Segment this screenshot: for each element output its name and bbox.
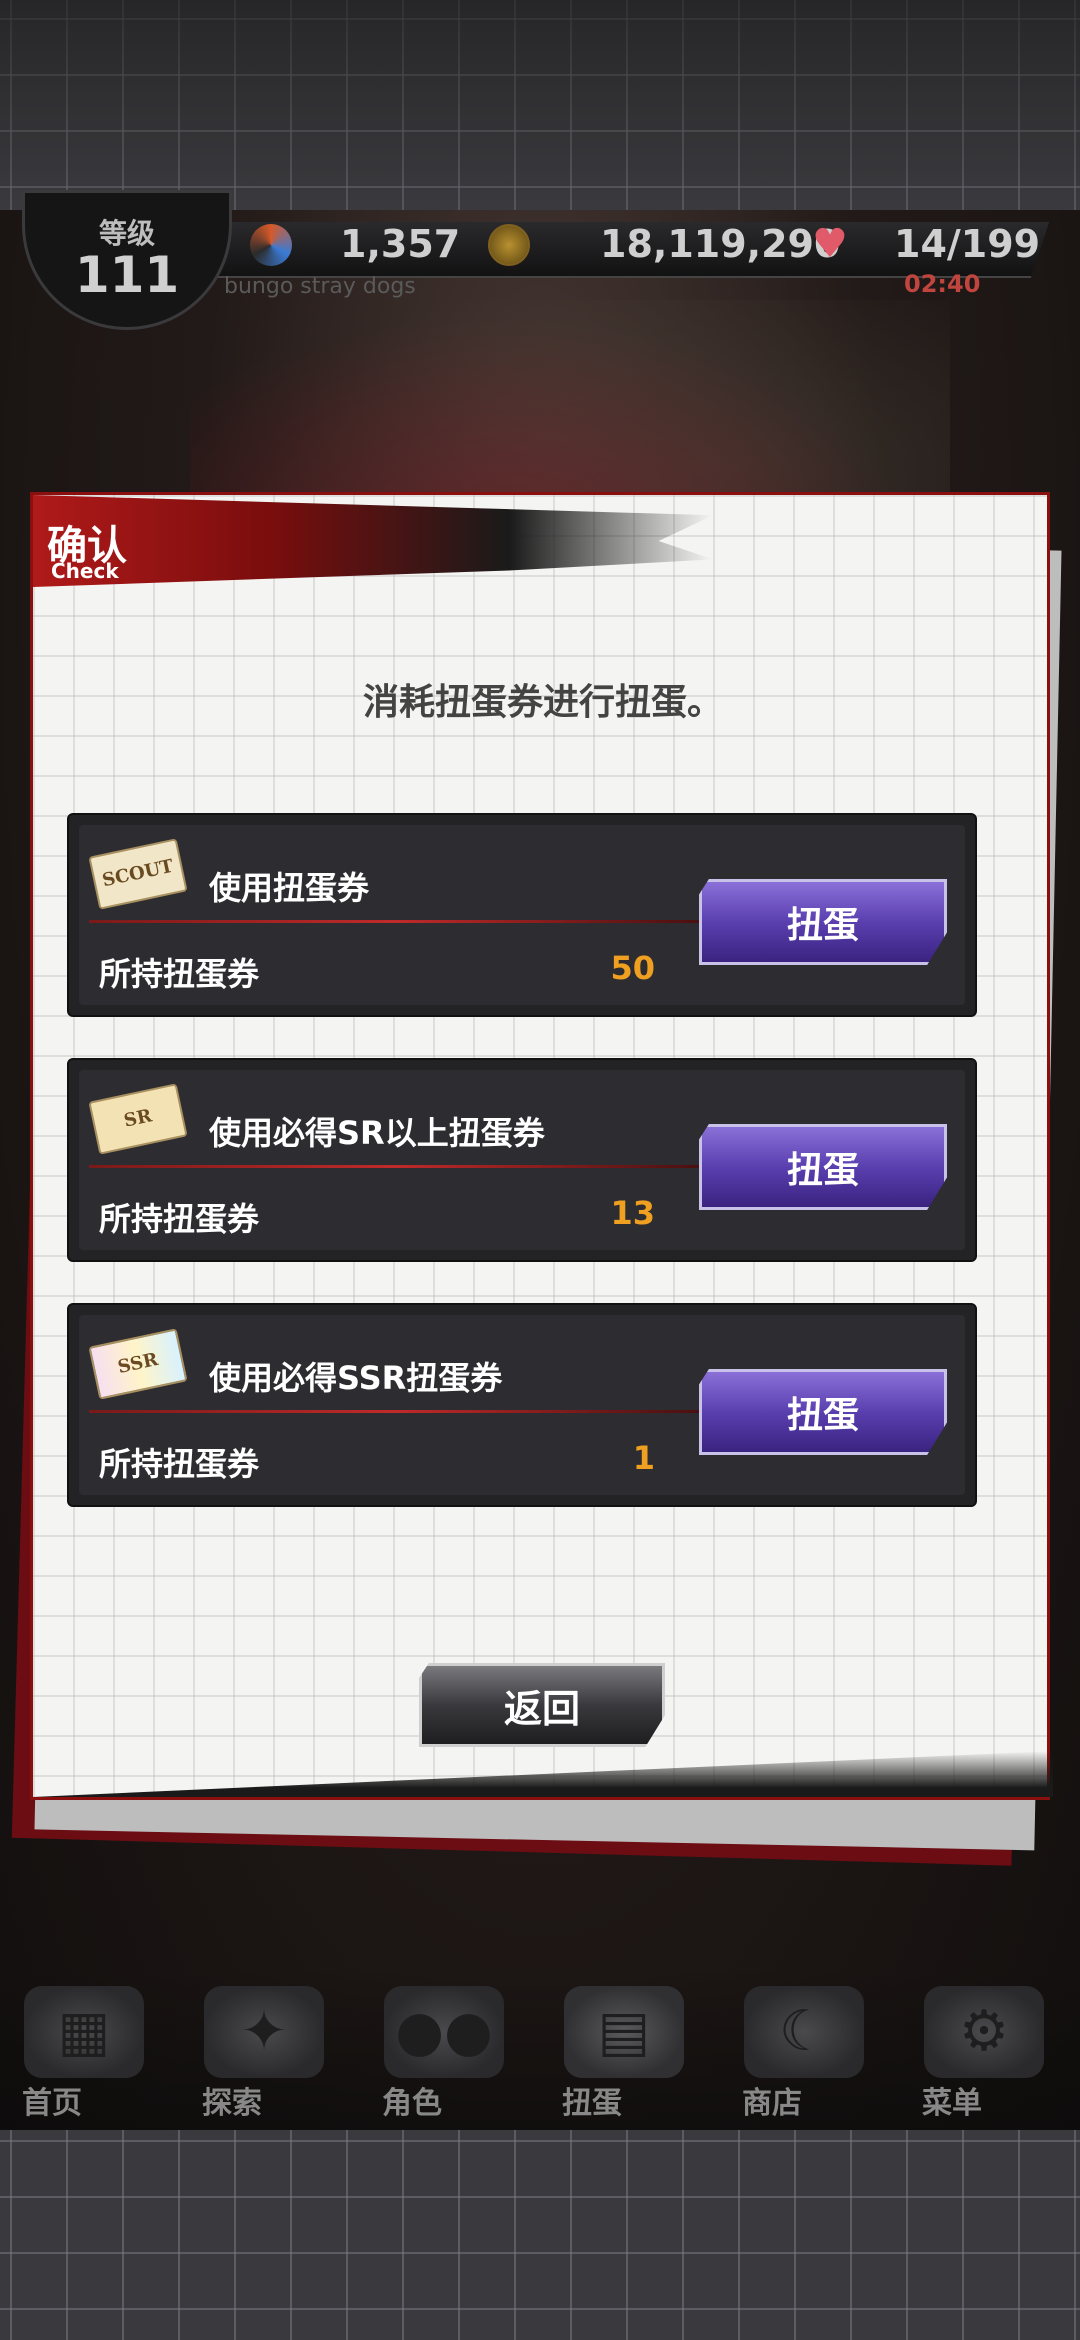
ticket-name: 使用必得SR以上扭蛋券: [209, 1114, 545, 1152]
stamina-count: 14/199: [894, 222, 1041, 266]
nav-label: 首页: [22, 2086, 82, 2121]
owned-label: 所持扭蛋券: [99, 1200, 260, 1238]
stone-count: 1,357: [340, 222, 461, 266]
heart-icon: ♥: [812, 221, 848, 267]
scout-ticket-icon: SCOUT: [88, 838, 188, 910]
coin-count: 18,119,290: [600, 222, 841, 266]
nav-label: 菜单: [922, 2086, 982, 2121]
nav-label: 角色: [382, 2086, 442, 2121]
nav-item-menu[interactable]: ⚙ 菜单: [904, 1978, 1074, 2121]
gacha-button-ssr[interactable]: 扭蛋: [699, 1369, 947, 1455]
owned-label: 所持扭蛋券: [99, 1445, 260, 1483]
nav-label: 探索: [202, 2086, 262, 2121]
top-grid-band: [0, 0, 1080, 210]
owned-count: 13: [610, 1194, 655, 1232]
owned-count: 1: [632, 1439, 655, 1477]
nav-item-home[interactable]: ▦ 首页: [4, 1978, 174, 2121]
ticket-name: 使用扭蛋券: [209, 869, 370, 907]
status-hud: 等级 111 1,357 18,119,290 ♥ 14/199 02:40 b…: [0, 190, 1080, 330]
nav-item-gacha[interactable]: ▤ 扭蛋: [544, 1978, 714, 2121]
ticket-panel-sr: SR 使用必得SR以上扭蛋券 所持扭蛋券 13 扭蛋: [67, 1058, 977, 1262]
owned-label: 所持扭蛋券: [99, 955, 260, 993]
divider: [89, 1165, 699, 1168]
ssr-ticket-icon: SSR: [88, 1328, 188, 1400]
bottom-nav: ▦ 首页 ✦ 探索 ●● 角色 ▤ 扭蛋 ☾ 商店 ⚙ 菜单: [0, 1968, 1080, 2130]
explore-icon: ✦: [204, 1986, 324, 2078]
divider: [89, 920, 699, 923]
nav-label: 扭蛋: [562, 2086, 622, 2121]
menu-gear-icon: ⚙: [924, 1986, 1044, 2078]
nav-item-characters[interactable]: ●● 角色: [364, 1978, 534, 2121]
sr-ticket-icon: SR: [88, 1083, 188, 1155]
bottom-grid-band: [0, 2130, 1080, 2340]
nav-item-shop[interactable]: ☾ 商店: [724, 1978, 894, 2121]
dialog-message: 消耗扭蛋券进行扭蛋。: [362, 682, 723, 723]
divider: [89, 1410, 699, 1413]
coin-icon: [488, 224, 530, 266]
confirm-dialog: 确认 Check 消耗扭蛋券进行扭蛋。 SCOUT 使用扭蛋券 所持扭蛋券 50…: [30, 492, 1053, 1800]
game-name-text: bungo stray dogs: [224, 274, 416, 299]
gacha-icon: ▤: [564, 1986, 684, 2078]
stone-icon: [250, 224, 292, 266]
back-button[interactable]: 返回: [419, 1663, 665, 1747]
gacha-button-sr[interactable]: 扭蛋: [699, 1124, 947, 1210]
dialog-bottom-brush: [33, 1751, 1053, 1797]
owned-count: 50: [610, 949, 655, 987]
level-value: 111: [74, 246, 180, 304]
stamina-timer: 02:40: [904, 270, 981, 298]
characters-icon: ●●: [384, 1986, 504, 2078]
ticket-panel-ssr: SSR 使用必得SSR扭蛋券 所持扭蛋券 1 扭蛋: [67, 1303, 977, 1507]
home-icon: ▦: [24, 1986, 144, 2078]
ticket-panel-scout: SCOUT 使用扭蛋券 所持扭蛋券 50 扭蛋: [67, 813, 977, 1017]
nav-item-explore[interactable]: ✦ 探索: [184, 1978, 354, 2121]
gacha-button-scout[interactable]: 扭蛋: [699, 879, 947, 965]
nav-label: 商店: [742, 2086, 802, 2121]
dialog-header-brush: [33, 495, 713, 587]
shop-icon: ☾: [744, 1986, 864, 2078]
ticket-name: 使用必得SSR扭蛋券: [209, 1359, 503, 1397]
dialog-subtitle: Check: [51, 559, 119, 583]
